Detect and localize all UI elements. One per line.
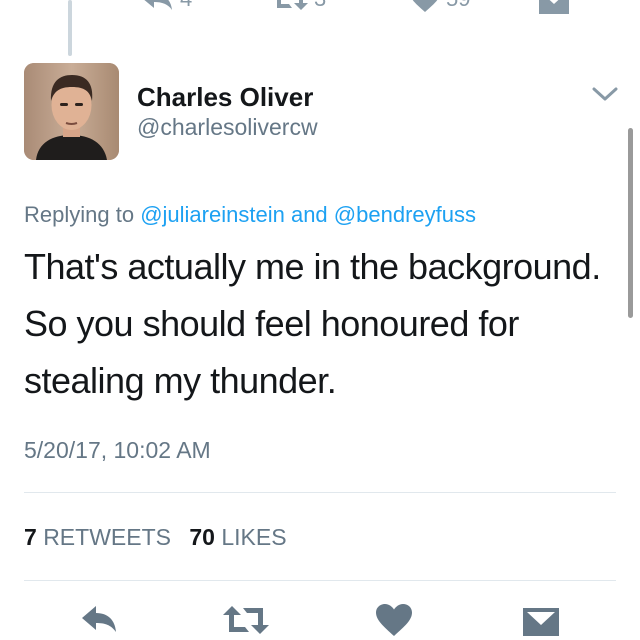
replying-to-line: Replying to @juliareinstein and @bendrey… xyxy=(24,202,476,228)
mention-link-juliareinstein[interactable]: @juliareinstein xyxy=(140,202,285,227)
previous-retweet-count: 3 xyxy=(314,0,326,12)
retweets-label: RETWEETS xyxy=(43,524,171,550)
reply-icon xyxy=(144,0,172,10)
author-display-name[interactable]: Charles Oliver xyxy=(137,82,313,113)
tweet-stats: 7 RETWEETS 70 LIKES xyxy=(24,524,287,551)
likes-label: LIKES xyxy=(221,524,287,550)
reply-button[interactable] xyxy=(80,604,118,639)
direct-message-icon xyxy=(539,0,569,14)
avatar[interactable] xyxy=(24,63,119,160)
tweet-timestamp: 5/20/17, 10:02 AM xyxy=(24,437,211,463)
retweets-stat[interactable]: 7 RETWEETS xyxy=(24,524,171,550)
previous-reply-count: 4 xyxy=(180,0,192,12)
previous-like-action[interactable]: 59 xyxy=(410,0,470,12)
direct-message-icon xyxy=(523,608,559,636)
author-handle[interactable]: @charlesolivercw xyxy=(137,114,318,141)
thread-connector-line xyxy=(68,0,72,56)
mention-link-bendreyfuss[interactable]: @bendreyfuss xyxy=(334,202,476,227)
retweet-icon xyxy=(277,0,308,10)
heart-icon xyxy=(376,604,412,636)
scrollbar[interactable] xyxy=(628,128,633,318)
tweet-options-button[interactable] xyxy=(592,86,618,107)
divider xyxy=(24,492,616,493)
previous-reply-action[interactable]: 4 xyxy=(140,0,192,12)
retweet-icon xyxy=(223,606,269,634)
previous-like-count: 59 xyxy=(446,0,470,12)
previous-tweet-actions: 4 3 59 xyxy=(0,0,640,20)
previous-message-action[interactable] xyxy=(538,0,570,16)
reply-icon xyxy=(82,606,116,632)
previous-retweet-action[interactable]: 3 xyxy=(272,0,326,12)
tweet-text: That's actually me in the background. So… xyxy=(24,246,601,401)
divider xyxy=(24,580,616,581)
heart-icon xyxy=(412,0,438,12)
retweet-button[interactable] xyxy=(222,604,270,640)
chevron-down-icon xyxy=(592,87,618,101)
retweets-count: 7 xyxy=(24,524,37,550)
like-button[interactable] xyxy=(376,604,412,640)
direct-message-button[interactable] xyxy=(522,604,560,640)
likes-count: 70 xyxy=(189,524,215,550)
likes-stat[interactable]: 70 LIKES xyxy=(189,524,286,550)
replying-and-text: and xyxy=(290,202,328,227)
avatar-photo xyxy=(24,63,119,160)
replying-to-label: Replying to xyxy=(24,202,135,227)
tweet-action-bar xyxy=(0,604,640,640)
